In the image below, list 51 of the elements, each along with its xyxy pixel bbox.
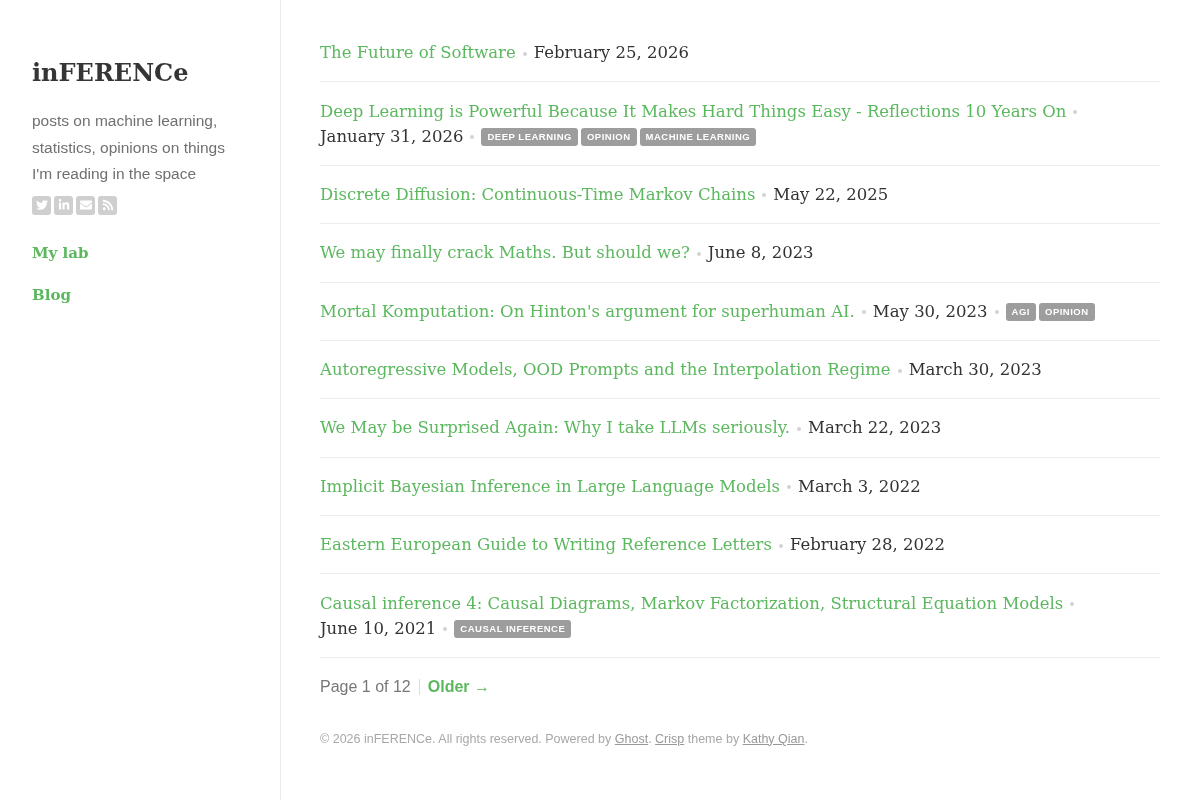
post-title-link[interactable]: The Future of Software [320, 43, 516, 63]
separator-dot-icon [897, 368, 902, 373]
separator-dot-icon [778, 543, 783, 548]
post-date: June 8, 2023 [707, 243, 814, 263]
separator-dot-icon [797, 426, 802, 431]
rss-icon[interactable] [98, 195, 117, 215]
site-title: inFERENCe [32, 57, 189, 89]
separator-dot-icon [1070, 602, 1075, 607]
footer-link[interactable]: Crisp [655, 731, 685, 746]
separator-dot-icon [1073, 110, 1078, 115]
post-title-link[interactable]: Implicit Bayesian Inference in Large Language Models [320, 476, 781, 496]
separator-dot-icon [787, 485, 792, 490]
post-title-link[interactable]: We May be Surprised Again: Why I take LLMs seriously. [320, 418, 791, 438]
post-title-link[interactable]: Discrete Diffusion: Continuous-Time Markov Chains [320, 184, 756, 204]
post-date: May 22, 2025 [773, 184, 889, 204]
post-tag[interactable]: MACHINE LEARNING [639, 128, 757, 147]
post-title-link[interactable]: We may finally crack Maths. But should we? [320, 243, 690, 263]
separator-dot-icon [861, 310, 866, 315]
separator-dot-icon [762, 193, 767, 198]
separator-dot-icon [522, 51, 527, 56]
post-title-link[interactable]: Autoregressive Models, OOD Prompts and the Interpolation Regime [320, 360, 891, 380]
separator-dot-icon [470, 135, 475, 140]
post-title-link[interactable]: Mortal Komputation: On Hinton's argument for superhuman AI. [320, 301, 855, 321]
post-tag[interactable]: OPINION [580, 128, 637, 147]
footer-text: © 2026 inFERENCe. All rights reserved. Powered by Ghost. Crisp theme by Kathy Qian. [320, 730, 809, 748]
post-date: January 31, 2026 [320, 126, 464, 146]
post-date: March 22, 2023 [808, 418, 942, 438]
post-title-link[interactable]: Causal inference 4: Causal Diagrams, Markov Factorization, Structural Equation Models [320, 593, 1064, 613]
separator-dot-icon [696, 251, 701, 256]
nav-link[interactable]: My lab [32, 240, 89, 265]
post-date: March 3, 2022 [798, 476, 921, 496]
site-description: posts on machine learning, statistics, opinions on things I'm reading in the space [32, 111, 226, 184]
post-date: March 30, 2023 [908, 360, 1042, 380]
page-info: Page 1 of 12 [320, 676, 411, 697]
bird-icon[interactable] [32, 195, 51, 215]
post-date: June 10, 2021 [320, 618, 437, 638]
separator-dot-icon [994, 310, 999, 315]
post-title-link[interactable]: Eastern European Guide to Writing Reference Letters [320, 535, 772, 555]
post-date: February 28, 2022 [789, 535, 946, 555]
post-date: May 30, 2023 [872, 301, 988, 321]
older-link[interactable]: Older → [427, 674, 490, 699]
post-tag[interactable]: CAUSAL INFERENCE [454, 620, 572, 639]
post-date: February 25, 2026 [533, 43, 689, 63]
post-tag[interactable]: AGI [1005, 303, 1036, 322]
nav-link[interactable]: Blog [32, 282, 71, 307]
post-tag[interactable]: OPINION [1039, 303, 1095, 322]
post-tag[interactable]: DEEP LEARNING [481, 128, 578, 147]
separator-dot-icon [443, 627, 448, 632]
post-title-link[interactable]: Deep Learning is Powerful Because It Makes Hard Things Easy - Reflections 10 Years On [320, 101, 1067, 121]
envelope-icon[interactable] [76, 195, 95, 215]
linkedin-icon[interactable] [54, 195, 73, 215]
